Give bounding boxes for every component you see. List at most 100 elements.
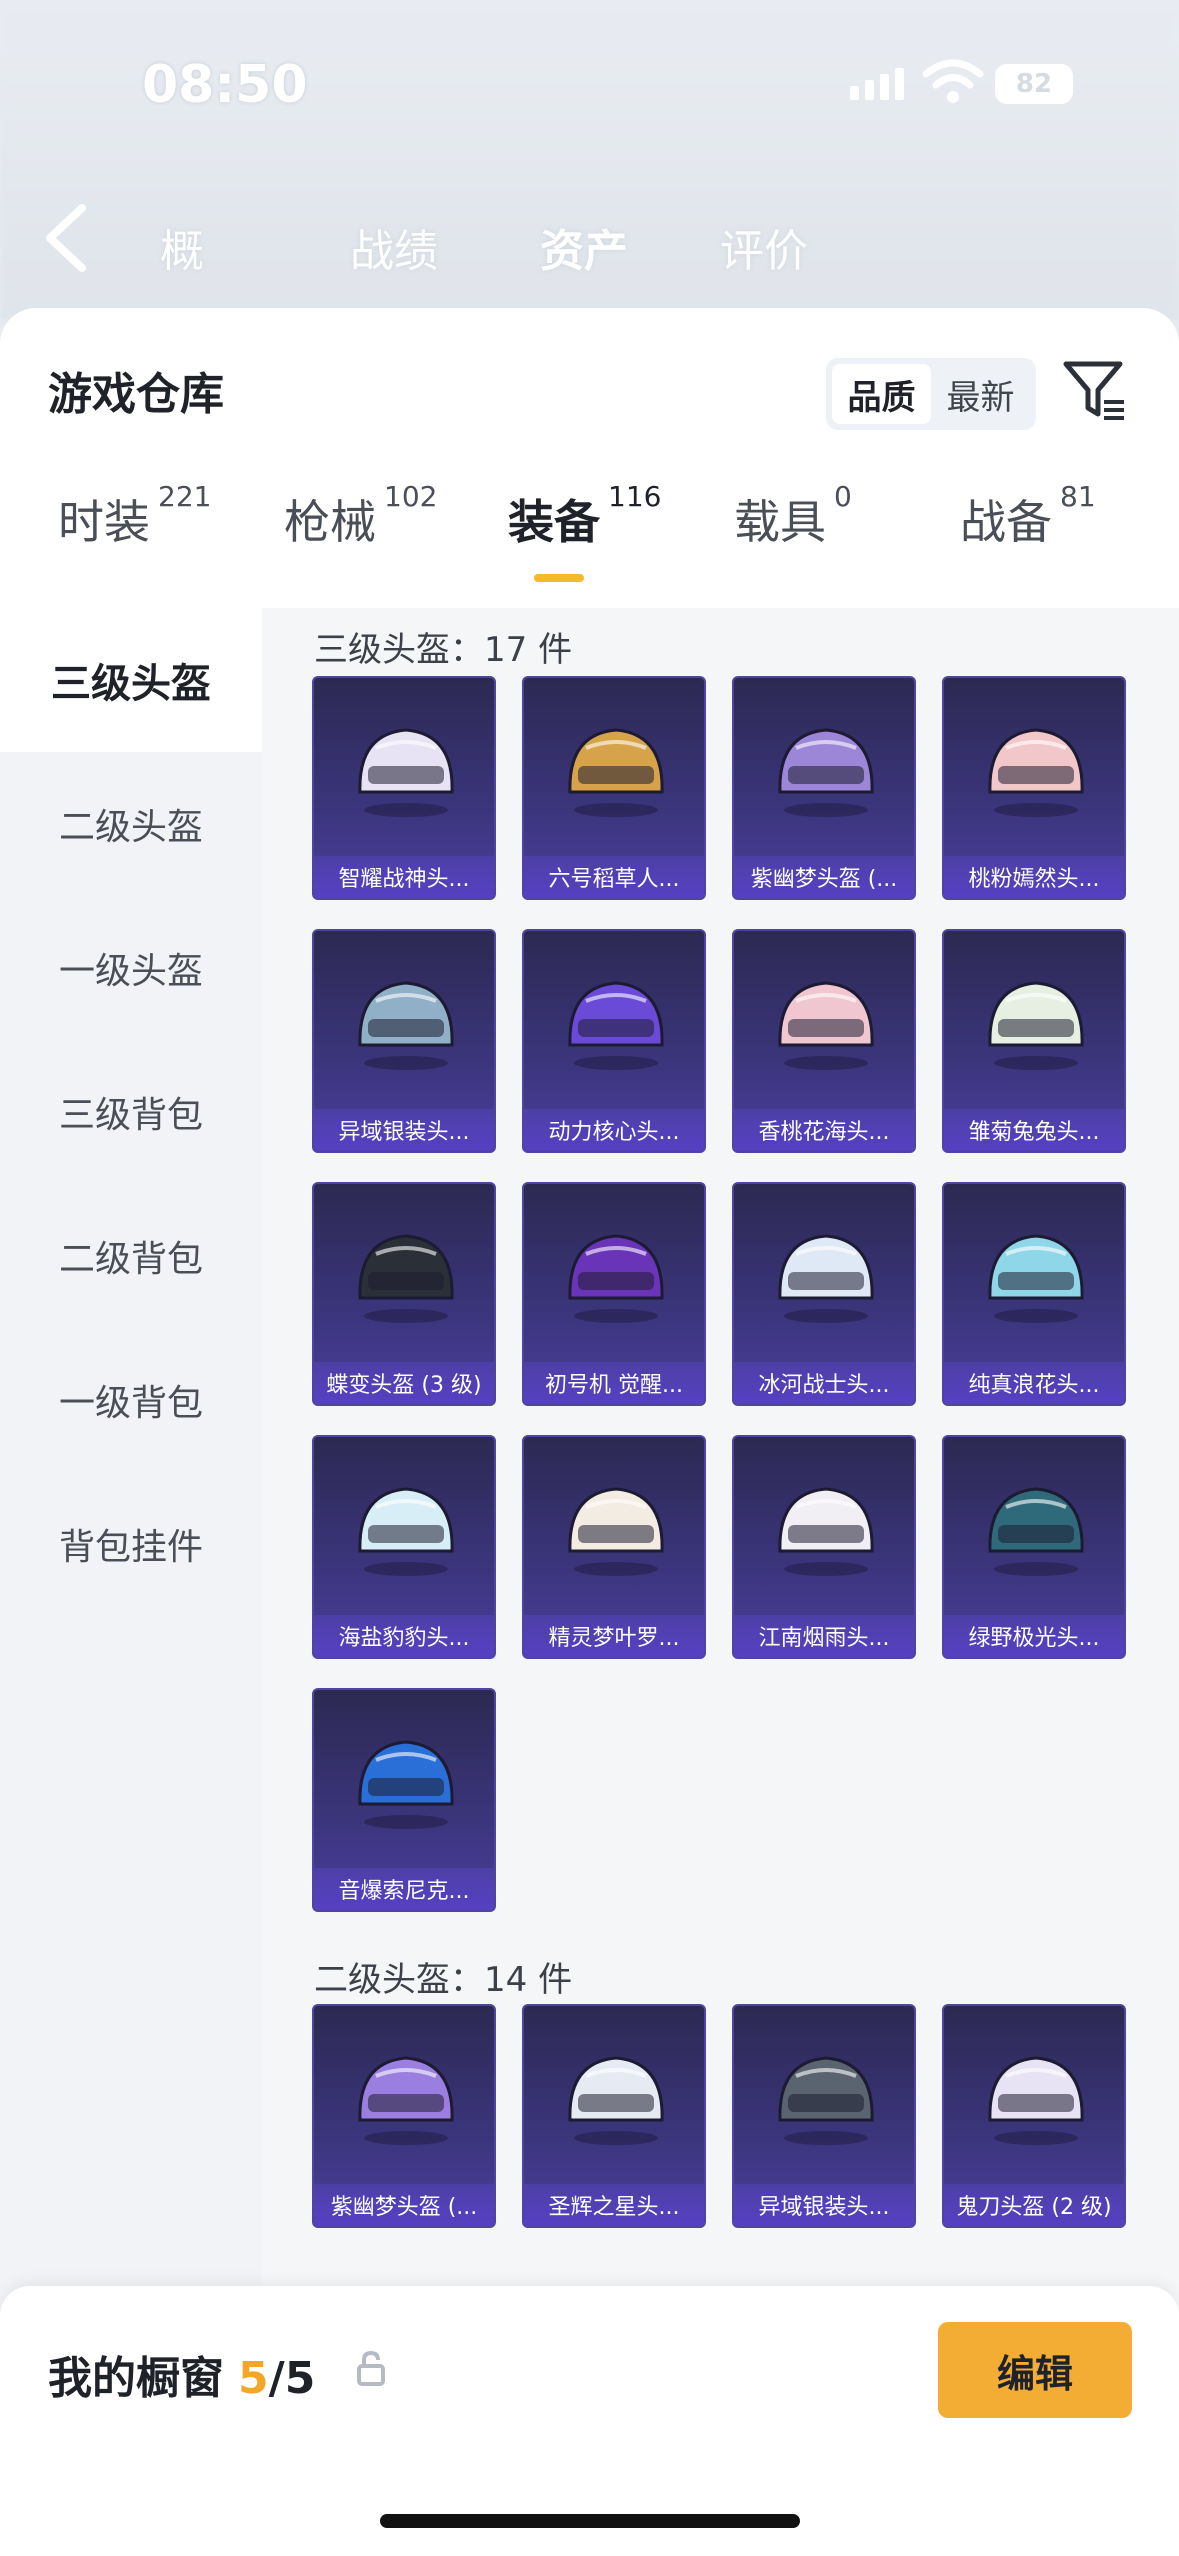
tab-fashion[interactable]: 时装 221 — [58, 480, 211, 596]
tab-equipment[interactable]: 装备 116 — [508, 480, 661, 596]
tab-count: 102 — [384, 480, 438, 513]
helmet-icon — [358, 1487, 454, 1576]
showcase-title: 我的橱窗 — [48, 2353, 224, 2404]
sidebar-item-backpack-pendant[interactable]: 背包挂件 — [0, 1472, 262, 1616]
back-chevron-icon[interactable] — [38, 200, 94, 276]
item-card[interactable]: 动力核心头... — [522, 929, 706, 1153]
item-card[interactable]: 智耀战神头... — [312, 676, 496, 900]
item-name: 动力核心头... — [524, 1109, 704, 1151]
tab-vehicles[interactable]: 载具 0 — [734, 480, 852, 596]
sidebar-item-level2-backpack[interactable]: 二级背包 — [0, 1184, 262, 1328]
tab-label: 时装 — [58, 495, 150, 549]
bg-tab-overview[interactable]: 概 — [160, 215, 204, 279]
item-card[interactable]: 桃粉嫣然头... — [942, 676, 1126, 900]
sort-latest-button[interactable]: 最新 — [931, 364, 1030, 424]
helmet-icon — [778, 2056, 874, 2145]
item-name: 纯真浪花头... — [944, 1362, 1124, 1404]
item-card[interactable]: 雏菊兔兔头... — [942, 929, 1126, 1153]
item-name: 智耀战神头... — [314, 856, 494, 898]
category-tabs: 时装 221 枪械 102 装备 116 载具 0 战备 81 — [0, 480, 1179, 596]
item-card[interactable]: 江南烟雨头... — [732, 1435, 916, 1659]
warehouse-sheet: 游戏仓库 品质 最新 时装 221 枪械 102 装备 116 载具 0 战备 … — [0, 308, 1179, 2556]
item-name: 香桃花海头... — [734, 1109, 914, 1151]
group-title-level3: 三级头盔：17 件 — [314, 630, 573, 670]
helmet-icon — [778, 1234, 874, 1323]
item-name: 绿野极光头... — [944, 1615, 1124, 1657]
item-card[interactable]: 纯真浪花头... — [942, 1182, 1126, 1406]
active-tab-indicator — [534, 574, 584, 582]
status-time: 08:50 — [142, 55, 308, 115]
sidebar: 三级头盔 二级头盔 一级头盔 三级背包 二级背包 一级背包 背包挂件 — [0, 608, 262, 2338]
helmet-icon — [778, 981, 874, 1070]
sidebar-item-level3-helmet[interactable]: 三级头盔 — [0, 608, 262, 752]
bg-tab-review[interactable]: 评价 — [720, 215, 808, 279]
helmet-icon — [988, 2056, 1084, 2145]
sidebar-item-level1-backpack[interactable]: 一级背包 — [0, 1328, 262, 1472]
helmet-icon — [568, 2056, 664, 2145]
helmet-icon — [568, 981, 664, 1070]
helmet-icon — [988, 981, 1084, 1070]
group-title-level2: 二级头盔：14 件 — [314, 1960, 573, 2000]
helmet-icon — [778, 728, 874, 817]
tab-guns[interactable]: 枪械 102 — [284, 480, 437, 596]
item-card[interactable]: 异域银装头... — [312, 929, 496, 1153]
battery-level: 82 — [1015, 69, 1053, 99]
helmet-icon — [568, 1234, 664, 1323]
sort-toggle: 品质 最新 — [826, 358, 1036, 430]
home-indicator — [380, 2514, 800, 2528]
item-name: 江南烟雨头... — [734, 1615, 914, 1657]
item-card[interactable]: 音爆索尼克... — [312, 1688, 496, 1912]
tab-label: 战备 — [960, 495, 1052, 549]
tab-combat-gear[interactable]: 战备 81 — [960, 480, 1096, 596]
showcase-bar: 我的橱窗 5 / 5 编辑 — [0, 2286, 1179, 2556]
item-name: 蝶变头盔 (3 级) — [314, 1362, 494, 1404]
item-name: 圣辉之星头... — [524, 2184, 704, 2226]
item-card[interactable]: 圣辉之星头... — [522, 2004, 706, 2228]
item-name: 冰河战士头... — [734, 1362, 914, 1404]
helmet-icon — [358, 728, 454, 817]
helmet-icon — [988, 1234, 1084, 1323]
helmet-icon — [358, 981, 454, 1070]
showcase-title-row: 我的橱窗 5 / 5 — [48, 2342, 315, 2406]
bg-tab-assets[interactable]: 资产 — [540, 215, 628, 279]
item-name: 初号机 觉醒... — [524, 1362, 704, 1404]
cellular-signal-icon — [850, 68, 904, 100]
item-card[interactable]: 紫幽梦头盔 (... — [732, 676, 916, 900]
tab-count: 0 — [834, 480, 852, 513]
item-card[interactable]: 绿野极光头... — [942, 1435, 1126, 1659]
item-card[interactable]: 蝶变头盔 (3 级) — [312, 1182, 496, 1406]
helmet-icon — [988, 1487, 1084, 1576]
item-name: 雏菊兔兔头... — [944, 1109, 1124, 1151]
item-name: 六号稻草人... — [524, 856, 704, 898]
filter-icon[interactable] — [1062, 358, 1128, 424]
helmet-icon — [358, 2056, 454, 2145]
sidebar-item-level2-helmet[interactable]: 二级头盔 — [0, 752, 262, 896]
item-card[interactable]: 冰河战士头... — [732, 1182, 916, 1406]
edit-button[interactable]: 编辑 — [938, 2322, 1132, 2418]
item-card[interactable]: 海盐豹豹头... — [312, 1435, 496, 1659]
bg-tab-record[interactable]: 战绩 — [350, 215, 438, 279]
item-card[interactable]: 六号稻草人... — [522, 676, 706, 900]
sidebar-item-level3-backpack[interactable]: 三级背包 — [0, 1040, 262, 1184]
app-root: 08:50 82 概 战绩 资产 评价 游戏仓库 品质 最新 时装 221 枪械… — [0, 0, 1179, 2556]
battery-icon: 82 — [995, 64, 1073, 104]
status-bar: 08:50 82 — [0, 0, 1179, 150]
sort-quality-button[interactable]: 品质 — [832, 364, 931, 424]
sidebar-item-level1-helmet[interactable]: 一级头盔 — [0, 896, 262, 1040]
tab-count: 221 — [158, 480, 212, 513]
item-card[interactable]: 鬼刀头盔 (2 级) — [942, 2004, 1126, 2228]
item-card[interactable]: 紫幽梦头盔 (... — [312, 2004, 496, 2228]
item-card[interactable]: 香桃花海头... — [732, 929, 916, 1153]
item-card[interactable]: 异域银装头... — [732, 2004, 916, 2228]
wifi-icon — [922, 59, 984, 103]
helmet-icon — [358, 1234, 454, 1323]
item-name: 异域银装头... — [314, 1109, 494, 1151]
tab-label: 枪械 — [284, 495, 376, 549]
item-name: 海盐豹豹头... — [314, 1615, 494, 1657]
item-name: 精灵梦叶罗... — [524, 1615, 704, 1657]
sheet-title: 游戏仓库 — [48, 369, 224, 420]
item-card[interactable]: 精灵梦叶罗... — [522, 1435, 706, 1659]
tab-label: 装备 — [508, 495, 600, 549]
item-card[interactable]: 初号机 觉醒... — [522, 1182, 706, 1406]
tab-label: 载具 — [734, 495, 826, 549]
